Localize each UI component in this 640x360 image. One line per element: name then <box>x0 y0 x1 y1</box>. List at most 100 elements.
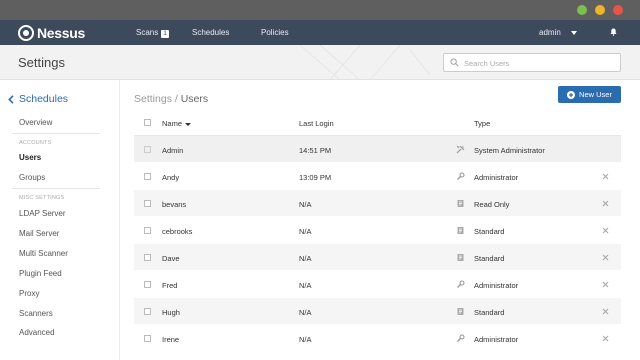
settings-sidebar: Schedules Overview ACCOUNTS Users Groups… <box>0 80 120 360</box>
user-name[interactable]: Hugh <box>162 308 180 317</box>
user-last-login: N/A <box>299 200 312 209</box>
table-row[interactable]: bevans N/A Read Only <box>134 190 621 217</box>
user-name[interactable]: cebrooks <box>162 227 192 236</box>
delete-icon[interactable] <box>602 254 609 261</box>
row-checkbox <box>144 146 151 153</box>
table-row[interactable]: Irene N/A Administrator <box>134 325 621 352</box>
delete-icon[interactable] <box>602 227 609 234</box>
column-name-label: Name <box>162 119 183 128</box>
breadcrumb-users: Users <box>180 93 209 105</box>
window-zoom-button[interactable] <box>577 5 587 15</box>
top-navigation: Nessus Scans 1 Schedules Policies admin <box>0 20 640 45</box>
window-close-button[interactable] <box>613 5 623 15</box>
sidebar-item-ldap-server[interactable]: LDAP Server <box>19 209 66 218</box>
user-last-login: 14:51 PM <box>299 146 332 155</box>
sidebar-item-plugin-feed[interactable]: Plugin Feed <box>19 269 62 278</box>
user-last-login: N/A <box>299 227 312 236</box>
user-name[interactable]: Fred <box>162 281 177 290</box>
sidebar-item-users[interactable]: Users <box>19 153 41 162</box>
sidebar-item-mail-server[interactable]: Mail Server <box>19 229 59 238</box>
user-type: Standard <box>474 227 505 236</box>
plus-circle-icon <box>567 90 576 99</box>
nessus-logo-icon <box>18 24 34 41</box>
table-row[interactable]: cebrooks N/A Standard <box>134 217 621 244</box>
search-placeholder: Search Users <box>464 59 510 68</box>
user-type: System Administrator <box>474 146 545 155</box>
nessus-logo[interactable]: Nessus <box>18 24 85 41</box>
user-last-login: N/A <box>299 335 312 344</box>
delete-icon[interactable] <box>602 173 609 180</box>
nav-policies[interactable]: Policies <box>261 28 289 37</box>
bell-icon[interactable] <box>610 28 617 36</box>
user-last-login: N/A <box>299 308 312 317</box>
breadcrumb: Settings / Users <box>134 93 208 105</box>
new-user-label: New User <box>579 90 612 99</box>
document-icon <box>457 308 464 315</box>
sidebar-item-overview[interactable]: Overview <box>19 118 52 127</box>
row-checkbox[interactable] <box>144 335 151 342</box>
user-last-login: 13:09 PM <box>299 173 332 182</box>
user-name[interactable]: Andy <box>162 173 179 182</box>
delete-icon[interactable] <box>602 308 609 315</box>
user-name[interactable]: Dave <box>162 254 180 263</box>
delete-icon[interactable] <box>602 335 609 342</box>
document-icon <box>457 227 464 234</box>
user-last-login: N/A <box>299 281 312 290</box>
sidebar-item-proxy[interactable]: Proxy <box>19 289 39 298</box>
nav-schedules[interactable]: Schedules <box>192 28 229 37</box>
sidebar-divider <box>12 188 100 189</box>
user-name[interactable]: bevans <box>162 200 186 209</box>
row-checkbox[interactable] <box>144 308 151 315</box>
user-name[interactable]: Admin <box>162 146 183 155</box>
user-menu[interactable]: admin <box>539 28 561 37</box>
page-title: Settings <box>18 55 65 70</box>
search-icon <box>450 58 459 67</box>
window-minimize-button[interactable] <box>595 5 605 15</box>
user-name[interactable]: Irene <box>162 335 179 344</box>
user-type: Standard <box>474 254 505 263</box>
sidebar-divider <box>12 133 100 134</box>
back-link-label: Schedules <box>19 93 69 105</box>
row-checkbox[interactable] <box>144 227 151 234</box>
table-row[interactable]: Hugh N/A Standard <box>134 298 621 325</box>
tools-icon <box>456 145 465 154</box>
column-header-type[interactable]: Type <box>474 119 490 128</box>
sidebar-item-advanced[interactable]: Advanced <box>19 328 55 337</box>
user-last-login: N/A <box>299 254 312 263</box>
column-header-name[interactable]: Name <box>162 119 192 128</box>
table-row[interactable]: Andy 13:09 PM Administrator <box>134 163 621 190</box>
new-user-button[interactable]: New User <box>558 86 621 103</box>
sidebar-heading-misc: MISC SETTINGS <box>19 195 65 201</box>
row-checkbox[interactable] <box>144 281 151 288</box>
table-row[interactable]: Admin 14:51 PM System Administrator <box>134 136 621 163</box>
wrench-icon <box>457 280 465 288</box>
sort-desc-icon <box>185 122 192 126</box>
sidebar-item-scanners[interactable]: Scanners <box>19 309 53 318</box>
back-link[interactable]: Schedules <box>8 93 68 105</box>
delete-icon[interactable] <box>602 281 609 288</box>
row-checkbox[interactable] <box>144 200 151 207</box>
nav-scans-label: Scans <box>136 28 159 37</box>
table-body: Admin 14:51 PM System Administrator Andy 13:… <box>134 136 621 352</box>
settings-header: Settings Search Users <box>0 45 640 80</box>
sidebar-item-groups[interactable]: Groups <box>19 173 45 182</box>
delete-icon[interactable] <box>602 200 609 207</box>
table-row[interactable]: Dave N/A Standard <box>134 244 621 271</box>
breadcrumb-separator: / <box>171 93 181 105</box>
search-input[interactable]: Search Users <box>443 53 621 72</box>
sidebar-item-multi-scanner[interactable]: Multi Scanner <box>19 249 68 258</box>
row-checkbox[interactable] <box>144 254 151 261</box>
breadcrumb-settings[interactable]: Settings <box>134 93 172 105</box>
caret-down-icon[interactable] <box>571 31 577 35</box>
document-icon <box>457 254 464 261</box>
column-header-last-login[interactable]: Last Login <box>299 119 334 128</box>
user-type: Standard <box>474 308 505 317</box>
select-all-checkbox[interactable] <box>144 119 151 126</box>
table-row[interactable]: Fred N/A Administrator <box>134 271 621 298</box>
row-checkbox[interactable] <box>144 173 151 180</box>
scans-count-badge: 1 <box>161 30 169 38</box>
user-type: Administrator <box>474 173 519 182</box>
user-type: Administrator <box>474 335 519 344</box>
nav-scans[interactable]: Scans 1 <box>136 28 169 38</box>
sidebar-heading-accounts: ACCOUNTS <box>19 140 52 146</box>
